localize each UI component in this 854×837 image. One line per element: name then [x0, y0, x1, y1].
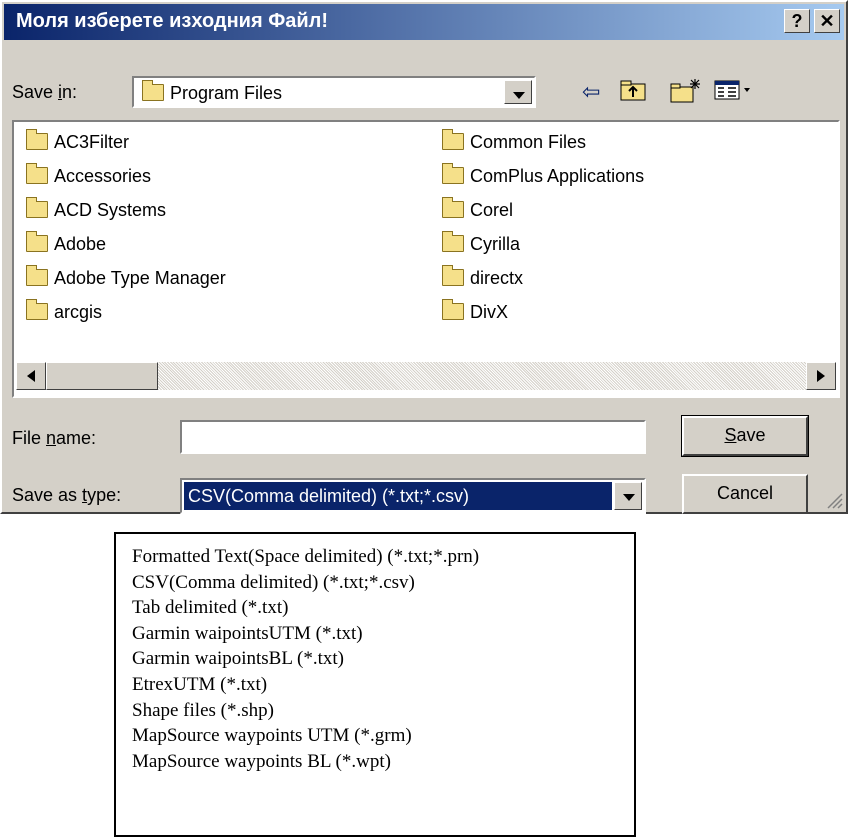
folder-item-label: Adobe Type Manager	[54, 268, 226, 288]
folder-item[interactable]: AC3Filter	[26, 129, 130, 154]
folder-icon	[26, 163, 48, 184]
file-type-options-list[interactable]: Formatted Text(Space delimited) (*.txt;*…	[114, 532, 636, 837]
file-type-option[interactable]: MapSource waypoints UTM (*.grm)	[116, 723, 634, 749]
file-name-input[interactable]	[180, 420, 646, 454]
folder-item-label: Adobe	[54, 234, 107, 254]
folder-item-label: ACD Systems	[54, 200, 167, 220]
folder-item-label: AC3Filter	[54, 132, 130, 152]
save-dialog: Моля изберете изходния Файл! ? ✕ Save in…	[0, 0, 848, 514]
file-type-option[interactable]: CSV(Comma delimited) (*.txt;*.csv)	[116, 570, 634, 596]
save-as-type-dropdown-button[interactable]	[614, 482, 642, 510]
folder-item-label: Corel	[470, 200, 514, 220]
view-menu-icon[interactable]	[714, 78, 754, 106]
file-type-option[interactable]: Tab delimited (*.txt)	[116, 595, 634, 621]
save-as-type-label: Save as type:	[12, 485, 122, 505]
folder-icon	[442, 265, 464, 286]
save-in-dropdown-button[interactable]	[504, 80, 532, 104]
help-button[interactable]: ?	[784, 9, 810, 33]
save-button[interactable]: Save	[681, 415, 809, 457]
file-type-option[interactable]: Shape files (*.shp)	[116, 698, 634, 724]
file-name-label: File name:	[12, 428, 97, 448]
folder-item[interactable]: arcgis	[26, 299, 103, 324]
folder-item-label: Cyrilla	[470, 234, 521, 254]
title-bar[interactable]: Моля изберете изходния Файл! ? ✕	[4, 4, 844, 40]
folder-item[interactable]: Cyrilla	[442, 231, 521, 256]
folder-icon	[26, 265, 48, 286]
close-button[interactable]: ✕	[814, 9, 840, 33]
save-as-type-combo[interactable]: CSV(Comma delimited) (*.txt;*.csv)	[180, 478, 646, 514]
folder-item[interactable]: Adobe Type Manager	[26, 265, 226, 290]
folder-item[interactable]: ComPlus Applications	[442, 163, 645, 188]
file-type-option[interactable]: Garmin waipointsUTM (*.txt)	[116, 621, 634, 647]
folder-item[interactable]: Adobe	[26, 231, 107, 256]
cancel-button[interactable]: Cancel	[682, 474, 808, 514]
folder-icon	[442, 129, 464, 150]
save-as-type-value: CSV(Comma delimited) (*.txt;*.csv)	[184, 482, 612, 510]
folder-item-label: Accessories	[54, 166, 152, 186]
folder-icon	[26, 231, 48, 252]
folder-item[interactable]: DivX	[442, 299, 509, 324]
folder-icon	[442, 163, 464, 184]
folder-item[interactable]: directx	[442, 265, 524, 290]
scroll-thumb[interactable]	[46, 362, 158, 390]
window-title: Моля изберете изходния Файл!	[16, 10, 329, 32]
folder-item-label: arcgis	[54, 302, 103, 322]
save-in-label: Save in:	[12, 82, 78, 102]
save-in-combo[interactable]: Program Files	[132, 76, 536, 108]
file-type-option[interactable]: Garmin waipointsBL (*.txt)	[116, 646, 634, 672]
scroll-right-button[interactable]	[806, 362, 836, 390]
file-list[interactable]: AC3Filter Accessories ACD Systems Adobe Adob…	[12, 120, 840, 398]
file-type-option[interactable]: Formatted Text(Space delimited) (*.txt;*…	[116, 544, 634, 570]
folder-icon	[26, 129, 48, 150]
scroll-left-button[interactable]	[16, 362, 46, 390]
save-in-value: Program Files	[170, 83, 283, 103]
scroll-track[interactable]	[158, 362, 806, 390]
folder-item-label: directx	[470, 268, 524, 288]
folder-item-label: DivX	[470, 302, 509, 322]
folder-item[interactable]: ACD Systems	[26, 197, 167, 222]
folder-icon	[442, 231, 464, 252]
folder-item[interactable]: Common Files	[442, 129, 587, 154]
folder-item-label: Common Files	[470, 132, 587, 152]
folder-item[interactable]: Corel	[442, 197, 514, 222]
file-type-option[interactable]: MapSource waypoints BL (*.wpt)	[116, 749, 634, 775]
folder-icon	[142, 80, 164, 101]
file-type-option[interactable]: EtrexUTM (*.txt)	[116, 672, 634, 698]
up-folder-icon[interactable]	[620, 78, 648, 106]
folder-icon	[442, 197, 464, 218]
folder-icon	[26, 299, 48, 320]
folder-item[interactable]: Accessories	[26, 163, 152, 188]
folder-item-label: ComPlus Applications	[470, 166, 645, 186]
folder-icon	[442, 299, 464, 320]
folder-icon	[26, 197, 48, 218]
back-arrow-icon[interactable]: ⇦	[582, 78, 600, 106]
resize-grip-icon[interactable]	[822, 488, 844, 510]
new-folder-icon[interactable]	[670, 78, 702, 106]
